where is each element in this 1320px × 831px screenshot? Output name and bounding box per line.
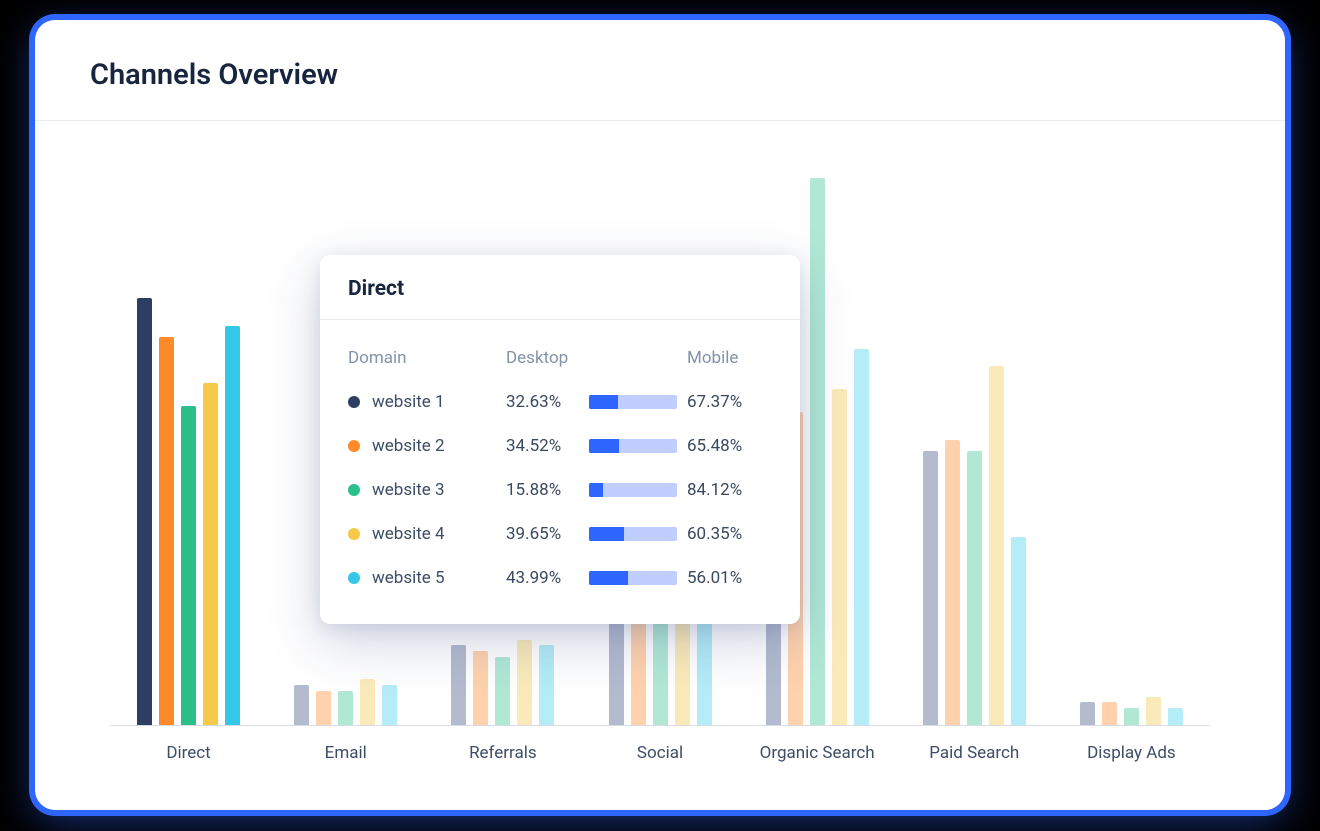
chart-tooltip: Direct Domain Desktop Mobile website 1 32… (320, 255, 800, 624)
x-axis-label: Paid Search (929, 743, 1019, 763)
bar[interactable] (967, 451, 982, 725)
tooltip-desktop-value: 32.63% (506, 392, 581, 412)
desktop-mobile-split-bar (589, 439, 677, 453)
card-header: Channels Overview (35, 20, 1285, 121)
desktop-fill (589, 395, 618, 409)
bar[interactable] (1011, 537, 1026, 725)
bar-group[interactable]: Direct (129, 298, 249, 726)
bar[interactable] (923, 451, 938, 725)
bar-group[interactable]: Display Ads (1071, 697, 1191, 726)
bar[interactable] (539, 645, 554, 725)
desktop-fill (589, 483, 603, 497)
bar[interactable] (203, 383, 218, 725)
desktop-mobile-split-bar (589, 395, 677, 409)
tooltip-row: website 1 32.63% 67.37% (348, 380, 772, 424)
tooltip-domain: website 1 (348, 392, 498, 412)
bar-group[interactable]: Email (286, 679, 406, 725)
x-axis-label: Referrals (469, 743, 537, 763)
bar[interactable] (473, 651, 488, 725)
tooltip-desktop-value: 39.65% (506, 524, 581, 544)
tooltip-col-desktop: Desktop (506, 348, 581, 368)
tooltip-mobile-value: 84.12% (687, 480, 757, 500)
tooltip-body: Domain Desktop Mobile website 1 32.63% 67.… (320, 320, 800, 624)
card-title: Channels Overview (90, 58, 1230, 92)
bar[interactable] (225, 326, 240, 725)
tooltip-domain: website 4 (348, 524, 498, 544)
bar[interactable] (451, 645, 466, 725)
tooltip-desktop-value: 34.52% (506, 436, 581, 456)
tooltip-row: website 4 39.65% 60.35% (348, 512, 772, 556)
tooltip-domain: website 3 (348, 480, 498, 500)
tooltip-domain: website 5 (348, 568, 498, 588)
x-axis-label: Social (637, 743, 683, 763)
tooltip-domain-label: website 5 (372, 568, 445, 588)
tooltip-mobile-value: 60.35% (687, 524, 757, 544)
x-axis-label: Direct (166, 743, 210, 763)
tooltip-desktop-value: 15.88% (506, 480, 581, 500)
tooltip-title: Direct (320, 255, 800, 320)
bar[interactable] (517, 640, 532, 726)
bar[interactable] (137, 298, 152, 726)
bar[interactable] (338, 691, 353, 725)
bar[interactable] (1146, 697, 1161, 726)
legend-dot-icon (348, 396, 360, 408)
tooltip-domain-label: website 1 (372, 392, 445, 412)
bar[interactable] (181, 406, 196, 725)
bar[interactable] (495, 657, 510, 725)
bar[interactable] (1168, 708, 1183, 725)
x-axis-label: Display Ads (1087, 743, 1176, 763)
bar[interactable] (1102, 702, 1117, 725)
desktop-mobile-split-bar (589, 483, 677, 497)
tooltip-domain-label: website 3 (372, 480, 445, 500)
bar[interactable] (159, 337, 174, 725)
desktop-mobile-split-bar (589, 571, 677, 585)
tooltip-desktop-value: 43.99% (506, 568, 581, 588)
tooltip-row: website 5 43.99% 56.01% (348, 556, 772, 600)
tooltip-mobile-value: 67.37% (687, 392, 757, 412)
desktop-fill (589, 439, 619, 453)
tooltip-col-domain: Domain (348, 348, 498, 368)
bar-group[interactable]: Paid Search (914, 366, 1034, 725)
channels-overview-card: Channels Overview Direct Email Referrals So… (35, 20, 1285, 810)
tooltip-header-row: Domain Desktop Mobile (348, 336, 772, 380)
legend-dot-icon (348, 440, 360, 452)
x-axis-label: Email (325, 743, 367, 763)
x-axis-label: Organic Search (760, 743, 875, 763)
tooltip-domain-label: website 2 (372, 436, 445, 456)
bar[interactable] (1124, 708, 1139, 725)
bar[interactable] (382, 685, 397, 725)
tooltip-col-mobile: Mobile (687, 348, 757, 368)
bar[interactable] (810, 178, 825, 725)
bar[interactable] (316, 691, 331, 725)
desktop-fill (589, 527, 624, 541)
bar[interactable] (294, 685, 309, 725)
bar[interactable] (989, 366, 1004, 725)
bar[interactable] (854, 349, 869, 725)
bar[interactable] (1080, 702, 1095, 725)
bar-group[interactable]: Referrals (443, 640, 563, 726)
tooltip-row: website 2 34.52% 65.48% (348, 424, 772, 468)
bar[interactable] (945, 440, 960, 725)
tooltip-mobile-value: 65.48% (687, 436, 757, 456)
legend-dot-icon (348, 528, 360, 540)
desktop-mobile-split-bar (589, 527, 677, 541)
bar[interactable] (360, 679, 375, 725)
bar[interactable] (832, 389, 847, 725)
legend-dot-icon (348, 572, 360, 584)
desktop-fill (589, 571, 628, 585)
tooltip-domain: website 2 (348, 436, 498, 456)
tooltip-mobile-value: 56.01% (687, 568, 757, 588)
tooltip-domain-label: website 4 (372, 524, 445, 544)
tooltip-row: website 3 15.88% 84.12% (348, 468, 772, 512)
legend-dot-icon (348, 484, 360, 496)
